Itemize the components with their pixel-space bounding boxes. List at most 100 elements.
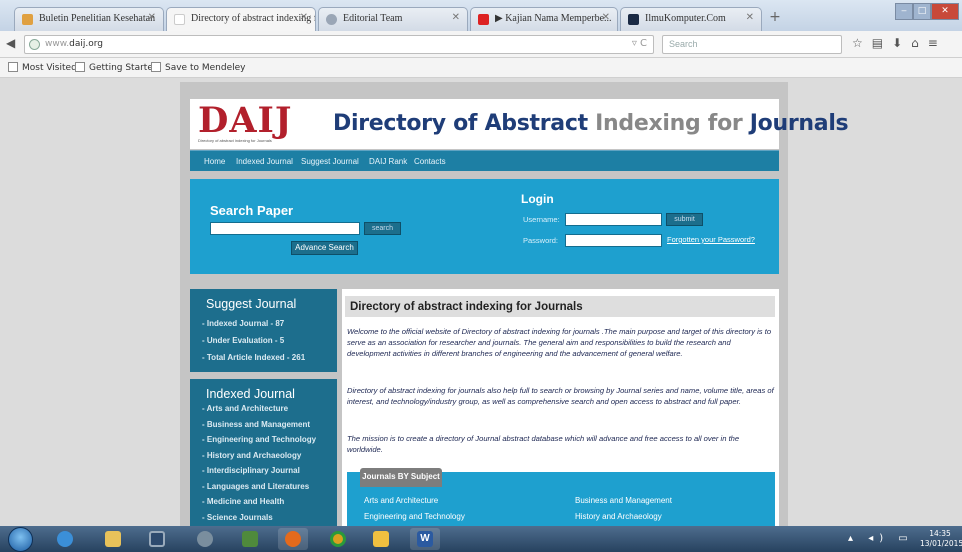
username-label: Username:	[523, 215, 560, 224]
bookmark-star-icon[interactable]: ☆	[852, 36, 872, 50]
media-player-icon[interactable]	[142, 528, 172, 550]
list-item[interactable]: - Interdisciplinary Journal	[202, 466, 300, 475]
list-item[interactable]: - History and Archaeology	[202, 451, 301, 460]
search-paper-input[interactable]	[210, 222, 360, 235]
site-header: DAIJ Directory of abstract indexing for …	[190, 99, 849, 149]
bookmarks-bar: Most Visited Getting Started Save to Men…	[0, 58, 962, 78]
close-icon[interactable]: ✕	[602, 12, 610, 23]
password-label: Password:	[523, 236, 559, 245]
favicon-icon	[22, 14, 33, 25]
taskbar-clock[interactable]: 14:35 13/01/2015	[920, 529, 962, 549]
back-arrow-icon[interactable]: ◀	[6, 36, 20, 52]
youtube-icon	[478, 14, 489, 25]
indexed-journal-box: Indexed Journal - Arts and Architecture …	[190, 379, 337, 526]
close-icon[interactable]: ✕	[148, 12, 156, 23]
bookmark-save-to-mendeley[interactable]: Save to Mendeley	[151, 62, 245, 73]
bookmarks-list-icon[interactable]: ▤	[872, 36, 892, 50]
tab-title: Directory of abstract indexing f...	[191, 13, 316, 24]
spreadsheet-app-icon[interactable]	[235, 528, 265, 550]
site-title: Directory of Abstract Indexing for Journ…	[333, 111, 849, 136]
internet-explorer-icon[interactable]	[50, 528, 80, 550]
browser-tab-editorial[interactable]: Editorial Team ✕	[318, 7, 468, 31]
firefox-icon[interactable]	[278, 528, 308, 550]
login-title: Login	[521, 192, 554, 206]
folder-icon	[8, 62, 18, 72]
site-menu: Home Indexed Journal Suggest Journal DAI…	[190, 150, 779, 171]
menu-icon[interactable]: ≡	[928, 36, 947, 50]
url-text: www.daij.org	[45, 39, 103, 49]
system-tray-icons[interactable]: ▴ ◂) ▭	[848, 533, 914, 544]
content-title: Directory of abstract indexing for Journ…	[345, 296, 775, 317]
tab-title: IlmuKomputer.Com	[645, 13, 726, 24]
list-item[interactable]: - Under Evaluation - 5	[202, 336, 284, 345]
search-input[interactable]: Search	[662, 35, 842, 54]
search-button[interactable]: search	[364, 222, 401, 235]
indexed-journal-title: Indexed Journal	[206, 387, 295, 401]
subject-link[interactable]: History and Archaeology	[575, 512, 662, 521]
menu-indexed-journal[interactable]: Indexed Journal	[236, 157, 293, 166]
download-icon[interactable]: ⬇	[892, 36, 911, 50]
menu-daij-rank[interactable]: DAIJ Rank	[369, 157, 407, 166]
close-window-button[interactable]: ✕	[931, 3, 959, 20]
window-controls: ‒ □ ✕	[895, 3, 961, 21]
mission-paragraph: The mission is to create a directory of …	[347, 434, 740, 455]
maximize-button[interactable]: □	[913, 3, 931, 20]
bookmark-getting-started[interactable]: Getting Started	[75, 62, 159, 73]
list-item[interactable]: - Arts and Architecture	[202, 404, 288, 413]
close-icon[interactable]: ✕	[452, 12, 460, 23]
menu-suggest-journal[interactable]: Suggest Journal	[301, 157, 359, 166]
toolbar-icons: ☆▤⬇⌂≡	[852, 36, 947, 50]
login-submit-button[interactable]: submit	[666, 213, 703, 226]
start-button[interactable]	[8, 527, 33, 552]
network-app-icon[interactable]	[190, 528, 220, 550]
browser-tab-buletin[interactable]: Buletin Penelitian Kesehatan ✕	[14, 7, 164, 31]
forgot-password-link[interactable]: Forgotten your Password?	[667, 235, 755, 244]
description-paragraph: Directory of abstract indexing for journ…	[347, 386, 774, 407]
menu-home[interactable]: Home	[204, 157, 225, 166]
home-icon[interactable]: ⌂	[911, 36, 928, 50]
subject-link[interactable]: Arts and Architecture	[364, 496, 438, 505]
search-login-banner: Search Paper search Advance Search Login…	[190, 179, 779, 274]
chrome-icon[interactable]	[323, 528, 353, 550]
page-icon	[75, 62, 85, 72]
navigation-bar: ◀ www.daij.org ▿ C Search ☆▤⬇⌂≡	[0, 31, 962, 58]
favicon-icon	[628, 14, 639, 25]
word-icon[interactable]: W	[410, 528, 440, 550]
tab-title: Editorial Team	[343, 13, 403, 24]
list-item[interactable]: - Engineering and Technology	[202, 435, 316, 444]
minimize-button[interactable]: ‒	[895, 3, 913, 20]
file-explorer-icon[interactable]	[98, 528, 128, 550]
site-logo[interactable]: DAIJ Directory of abstract indexing for …	[198, 103, 320, 144]
reload-icon[interactable]: ▿ C	[632, 38, 647, 49]
journals-by-subject-tab[interactable]: Journals BY Subject	[360, 468, 442, 487]
list-item[interactable]: - Business and Management	[202, 420, 310, 429]
list-item[interactable]: - Science Journals	[202, 513, 273, 522]
browser-tab-daij[interactable]: Directory of abstract indexing f... ✕	[166, 7, 316, 32]
clock-date: 13/01/2015	[920, 539, 962, 548]
subject-link[interactable]: Business and Management	[575, 496, 672, 505]
favicon-icon	[174, 14, 185, 25]
menu-contacts[interactable]: Contacts	[414, 157, 446, 166]
main-content: Directory of abstract indexing for Journ…	[342, 289, 779, 526]
list-item[interactable]: - Indexed Journal - 87	[202, 319, 284, 328]
browser-tab-ilmukomputer[interactable]: IlmuKomputer.Com ✕	[620, 7, 762, 31]
close-icon[interactable]: ✕	[746, 12, 754, 23]
list-item[interactable]: - Medicine and Health	[202, 497, 284, 506]
tab-title: Buletin Penelitian Kesehatan	[39, 13, 156, 24]
list-item[interactable]: - Total Article Indexed - 261	[202, 353, 305, 362]
advance-search-button[interactable]: Advance Search	[291, 241, 358, 255]
username-field[interactable]	[565, 213, 662, 226]
clock-time: 14:35	[929, 529, 951, 538]
url-bar[interactable]: www.daij.org ▿ C	[24, 35, 654, 54]
bookmark-most-visited[interactable]: Most Visited	[8, 62, 77, 73]
favicon-icon	[326, 14, 337, 25]
search-placeholder: Search	[669, 39, 698, 49]
new-tab-button[interactable]: +	[764, 9, 786, 29]
list-item[interactable]: - Languages and Literatures	[202, 482, 309, 491]
password-field[interactable]	[565, 234, 662, 247]
subject-link[interactable]: Engineering and Technology	[364, 512, 465, 521]
page-viewport[interactable]: DAIJ Directory of abstract indexing for …	[0, 79, 962, 526]
browser-tab-youtube[interactable]: ▶ Kajian Nama Memperbe... ✕	[470, 7, 618, 31]
folder-app-icon[interactable]	[366, 528, 396, 550]
close-icon[interactable]: ✕	[300, 12, 308, 23]
